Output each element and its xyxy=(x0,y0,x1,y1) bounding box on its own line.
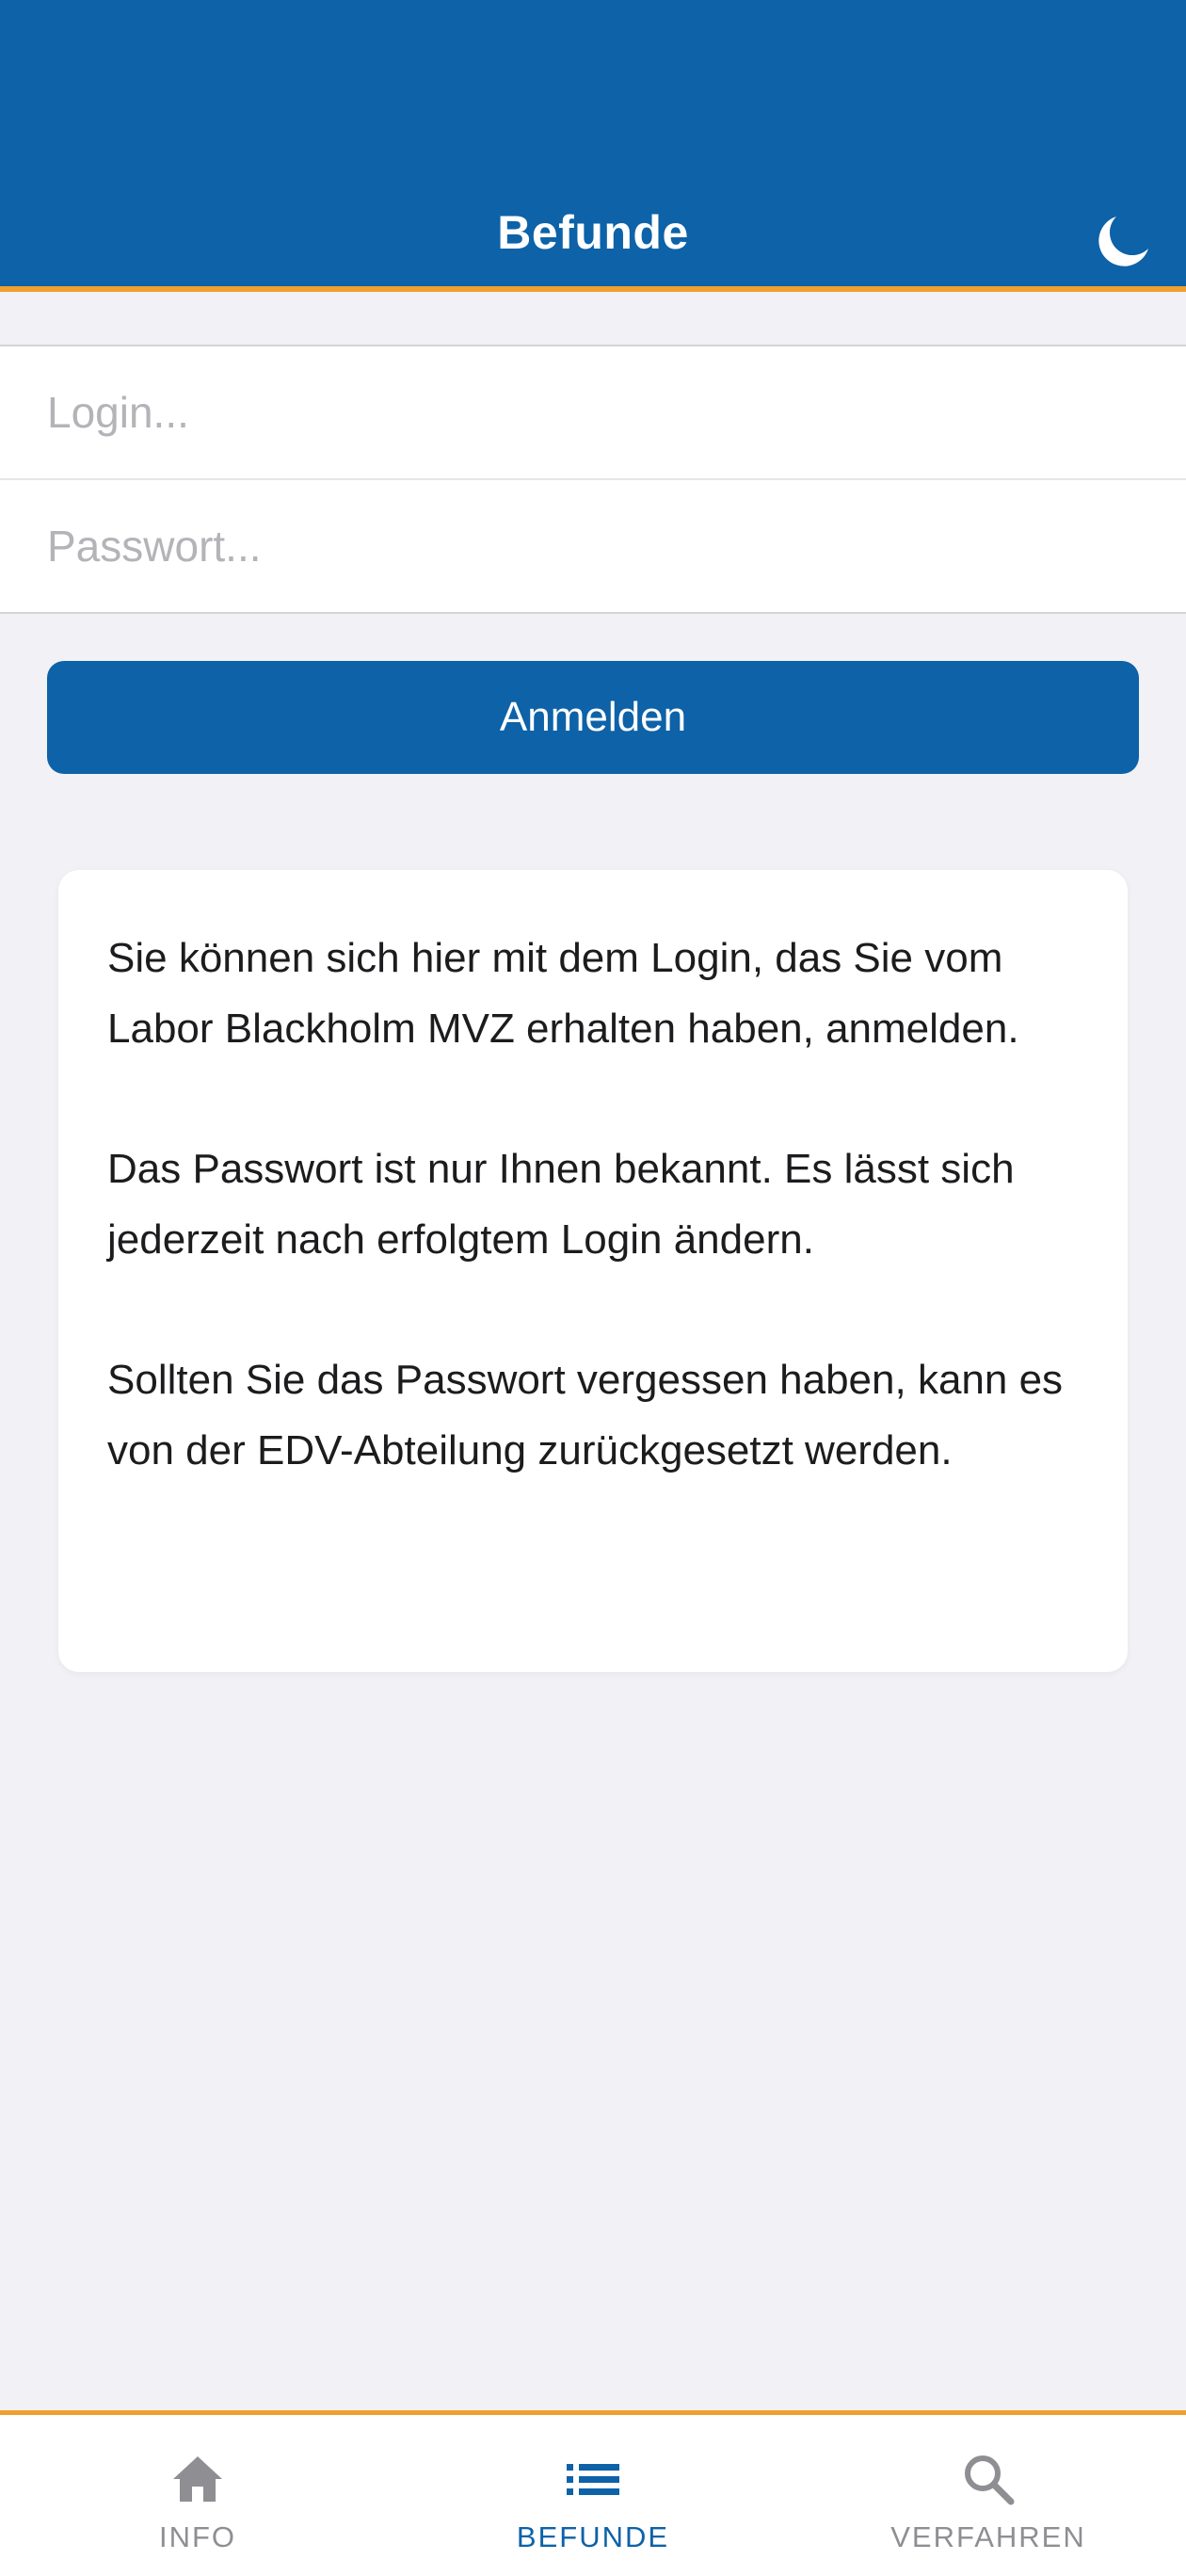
list-icon xyxy=(567,2464,619,2495)
dark-mode-toggle[interactable] xyxy=(1092,209,1156,273)
app-header: Befunde xyxy=(0,0,1186,292)
info-paragraph-password: Das Passwort ist nur Ihnen bekannt. Es l… xyxy=(107,1146,1015,1263)
login-button[interactable]: Anmelden xyxy=(47,661,1139,774)
search-icon xyxy=(965,2455,1015,2505)
info-paragraph-reset: Sollten Sie das Passwort vergessen haben… xyxy=(107,1357,1064,1473)
tab-bar: INFO BEFUNDE VERFAHREN xyxy=(0,2410,1186,2576)
tab-befunde-label: BEFUNDE xyxy=(516,2520,670,2553)
tab-befunde[interactable]: BEFUNDE xyxy=(395,2415,791,2576)
page-title: Befunde xyxy=(497,206,689,259)
home-icon xyxy=(173,2456,222,2502)
info-paragraph-login: Sie können sich hier mit dem Login, das … xyxy=(107,935,1019,1052)
tab-verfahren-label: VERFAHREN xyxy=(890,2520,1086,2553)
info-card: Sie können sich hier mit dem Login, das … xyxy=(58,870,1128,1672)
moon-icon xyxy=(1098,217,1148,266)
login-form xyxy=(0,345,1186,614)
tab-verfahren[interactable]: VERFAHREN xyxy=(791,2415,1186,2576)
tab-info[interactable]: INFO xyxy=(0,2415,395,2576)
login-input[interactable] xyxy=(0,346,1186,478)
tab-info-label: INFO xyxy=(158,2520,237,2553)
password-input[interactable] xyxy=(0,480,1186,612)
